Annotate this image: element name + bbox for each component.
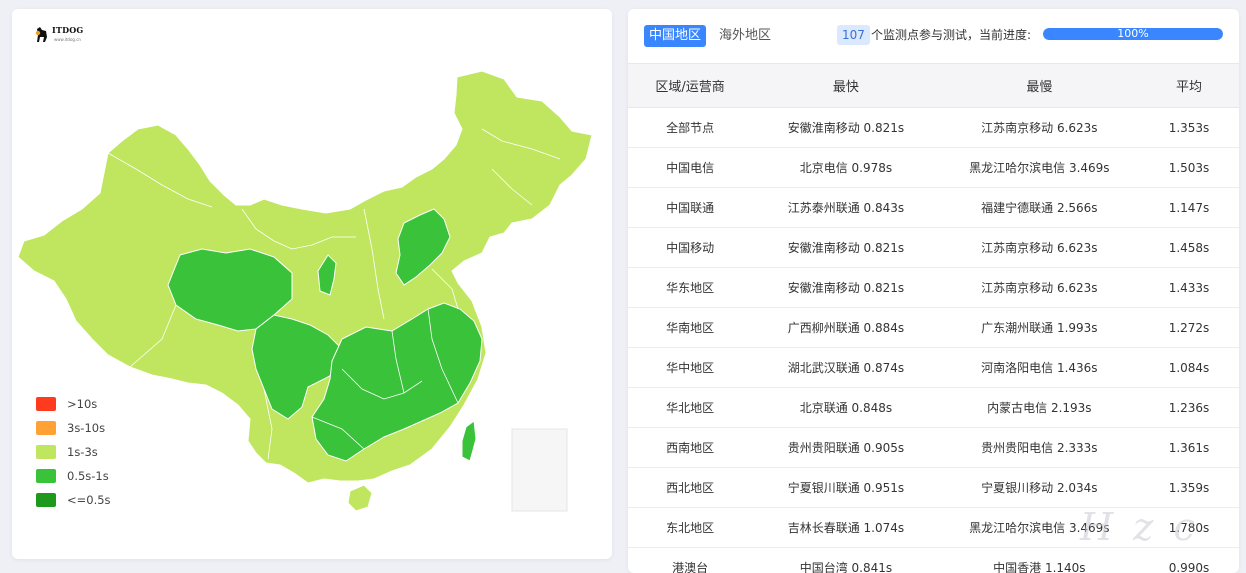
cell-slowest: 贵州贵阳电信 2.333s (939, 427, 1139, 468)
map-hainan[interactable] (347, 484, 373, 512)
cell-fastest: 宁夏银川联通 0.951s (752, 467, 940, 508)
cell-average: 0.990s (1138, 547, 1239, 573)
cell-slowest: 内蒙古电信 2.193s (939, 387, 1139, 428)
tab-china[interactable]: 中国地区 (644, 25, 707, 47)
cell-fastest: 安徽淮南移动 0.821s (752, 107, 940, 148)
legend-swatch (36, 421, 56, 435)
cell-average: 1.353s (1138, 107, 1239, 148)
legend-swatch (36, 445, 56, 459)
column-header-region[interactable]: 区域/运营商 (628, 63, 753, 108)
map-region-taiwan[interactable] (461, 420, 477, 462)
cell-fastest: 湖北武汉联通 0.874s (752, 347, 940, 388)
cell-slowest: 江苏南京移动 6.623s (939, 227, 1139, 268)
legend-item: 3s-10s (36, 416, 111, 440)
cell-average: 1.361s (1138, 427, 1239, 468)
cell-fastest: 吉林长春联通 1.074s (752, 507, 940, 548)
region-tabs: 中国地区 海外地区 (644, 25, 784, 47)
cell-region: 华东地区 (628, 267, 753, 308)
cell-region: 中国移动 (628, 227, 753, 268)
cell-average: 1.458s (1138, 227, 1239, 268)
cell-region: 中国电信 (628, 147, 753, 188)
legend-swatch (36, 469, 56, 483)
map-legend: >10s 3s-10s 1s-3s 0.5s-1s <=0.5s (36, 392, 111, 512)
cell-slowest: 广东潮州联通 1.993s (939, 307, 1139, 348)
results-table: 区域/运营商 最快 最慢 平均 全部节点 安徽淮南移动 0.821s 江苏南京移动 … (628, 63, 1239, 573)
cell-region: 西北地区 (628, 467, 753, 508)
table-header-row: 区域/运营商 最快 最慢 平均 (628, 63, 1239, 108)
cell-slowest: 黑龙江哈尔滨电信 3.469s (939, 147, 1139, 188)
progress-bar: 100% (1043, 28, 1223, 40)
legend-item: >10s (36, 392, 111, 416)
table-row: 华南地区 广西柳州联通 0.884s 广东潮州联通 1.993s 1.272s (628, 307, 1239, 348)
legend-swatch (36, 397, 56, 411)
table-row: 华东地区 安徽淮南移动 0.821s 江苏南京移动 6.623s 1.433s (628, 267, 1239, 308)
column-header-fastest[interactable]: 最快 (752, 63, 940, 108)
cell-average: 1.359s (1138, 467, 1239, 508)
cell-slowest: 河南洛阳电信 1.436s (939, 347, 1139, 388)
cell-slowest: 福建宁德联通 2.566s (939, 187, 1139, 228)
cell-fastest: 安徽淮南移动 0.821s (752, 267, 940, 308)
map-inset-frame (511, 428, 568, 512)
cell-average: 1.272s (1138, 307, 1239, 348)
cell-fastest: 江苏泰州联通 0.843s (752, 187, 940, 228)
table-row: 华中地区 湖北武汉联通 0.874s 河南洛阳电信 1.436s 1.084s (628, 347, 1239, 388)
cell-slowest: 中国香港 1.140s (939, 547, 1139, 573)
cell-average: 1.433s (1138, 267, 1239, 308)
table-row: 中国移动 安徽淮南移动 0.821s 江苏南京移动 6.623s 1.458s (628, 227, 1239, 268)
table-row: 港澳台 中国台湾 0.841s 中国香港 1.140s 0.990s (628, 547, 1239, 573)
table-row: 中国联通 江苏泰州联通 0.843s 福建宁德联通 2.566s 1.147s (628, 187, 1239, 228)
legend-item: 0.5s-1s (36, 464, 111, 488)
results-panel: 中国地区 海外地区 107 个监测点参与测试，当前进度: 100% 区域/运营商… (628, 9, 1239, 573)
table-row: 西北地区 宁夏银川联通 0.951s 宁夏银川移动 2.034s 1.359s (628, 467, 1239, 508)
column-header-average[interactable]: 平均 (1138, 63, 1239, 108)
table-row: 中国电信 北京电信 0.978s 黑龙江哈尔滨电信 3.469s 1.503s (628, 147, 1239, 188)
cell-average: 1.147s (1138, 187, 1239, 228)
cell-region: 华北地区 (628, 387, 753, 428)
column-header-slowest[interactable]: 最慢 (939, 63, 1139, 108)
cell-region: 港澳台 (628, 547, 753, 573)
map-panel: ITDOG www.itdog.cn >10s 3s-10s 1s-3s 0.5… (12, 9, 612, 559)
cell-slowest: 江苏南京移动 6.623s (939, 107, 1139, 148)
legend-item: 1s-3s (36, 440, 111, 464)
cell-fastest: 北京电信 0.978s (752, 147, 940, 188)
cell-fastest: 广西柳州联通 0.884s (752, 307, 940, 348)
watermark-logo: H z c (1080, 505, 1199, 549)
table-row: 全部节点 安徽淮南移动 0.821s 江苏南京移动 6.623s 1.353s (628, 107, 1239, 148)
cell-slowest: 宁夏银川移动 2.034s (939, 467, 1139, 508)
node-count-badge: 107 (837, 25, 870, 45)
cell-average: 1.503s (1138, 147, 1239, 188)
cell-region: 全部节点 (628, 107, 753, 148)
legend-label: 3s-10s (67, 421, 106, 435)
tab-overseas[interactable]: 海外地区 (714, 25, 776, 47)
cell-average: 1.084s (1138, 347, 1239, 388)
progress-percent: 100% (1117, 28, 1149, 40)
cell-region: 华中地区 (628, 347, 753, 388)
legend-label: 1s-3s (67, 445, 98, 459)
legend-label: 0.5s-1s (67, 469, 109, 483)
legend-label: >10s (67, 397, 98, 411)
cell-average: 1.236s (1138, 387, 1239, 428)
table-row: 西南地区 贵州贵阳联通 0.905s 贵州贵阳电信 2.333s 1.361s (628, 427, 1239, 468)
legend-label: <=0.5s (67, 493, 111, 507)
cell-region: 西南地区 (628, 427, 753, 468)
cell-fastest: 贵州贵阳联通 0.905s (752, 427, 940, 468)
cell-slowest: 江苏南京移动 6.623s (939, 267, 1139, 308)
cell-fastest: 北京联通 0.848s (752, 387, 940, 428)
cell-region: 华南地区 (628, 307, 753, 348)
cell-region: 东北地区 (628, 507, 753, 548)
cell-fastest: 安徽淮南移动 0.821s (752, 227, 940, 268)
table-row: 华北地区 北京联通 0.848s 内蒙古电信 2.193s 1.236s (628, 387, 1239, 428)
cell-region: 中国联通 (628, 187, 753, 228)
progress-label: 个监测点参与测试，当前进度: (871, 28, 1032, 42)
legend-item: <=0.5s (36, 488, 111, 512)
cell-fastest: 中国台湾 0.841s (752, 547, 940, 573)
legend-swatch (36, 493, 56, 507)
